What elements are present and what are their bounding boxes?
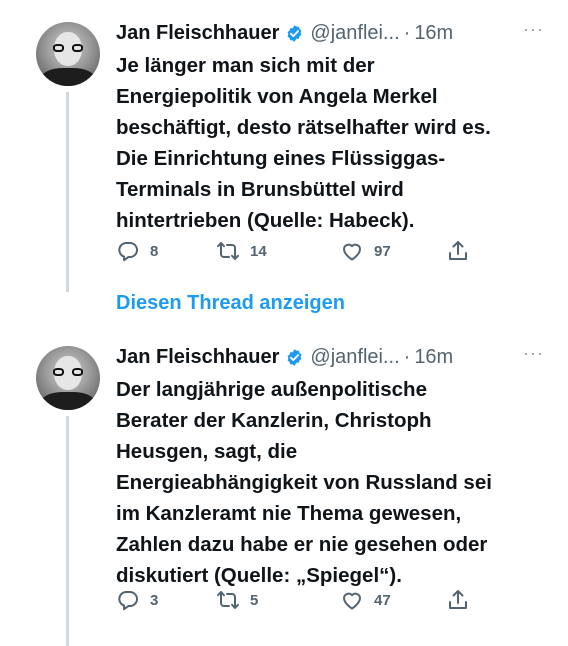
like-button[interactable]: 47 <box>340 588 391 612</box>
tweet[interactable]: Jan Fleischhauer @janflei... · 16m ··· J… <box>0 0 568 314</box>
author-handle[interactable]: @janflei... <box>310 22 399 45</box>
reply-button[interactable]: 8 <box>116 239 158 263</box>
like-icon <box>343 243 361 261</box>
show-thread-link[interactable]: Diesen Thread anzeigen <box>116 292 345 315</box>
tweet-timestamp[interactable]: 16m <box>414 22 453 45</box>
retweet-button[interactable]: 5 <box>216 588 258 612</box>
tweet-actions: 8 14 97 <box>116 239 476 269</box>
reply-count: 3 <box>150 591 159 609</box>
share-button[interactable] <box>446 588 480 612</box>
reply-icon <box>118 242 138 262</box>
retweet-count: 5 <box>250 591 259 609</box>
avatar[interactable] <box>36 22 100 86</box>
reply-button[interactable]: 3 <box>116 588 158 612</box>
tweet[interactable]: Jan Fleischhauer @janflei... · 16m ··· D… <box>0 338 568 646</box>
tweet-text: Der langjährige außenpolitische Berater … <box>116 378 492 587</box>
retweet-icon <box>217 242 239 260</box>
share-button[interactable] <box>446 239 480 263</box>
separator-dot: · <box>403 345 411 368</box>
author-name[interactable]: Jan Fleischhauer <box>116 346 279 369</box>
tweet-header: Jan Fleischhauer @janflei... · 16m ··· <box>116 19 548 47</box>
avatar[interactable] <box>36 346 100 410</box>
tweet-text: Je länger man sich mit der Energiepoliti… <box>116 54 491 232</box>
tweet-actions: 3 5 47 <box>116 588 476 618</box>
share-icon <box>449 590 467 609</box>
like-count: 97 <box>374 242 391 260</box>
more-options-icon[interactable]: ··· <box>523 343 544 364</box>
retweet-icon <box>217 591 239 609</box>
tweet-timestamp[interactable]: 16m <box>414 346 453 369</box>
like-button[interactable]: 97 <box>340 239 391 263</box>
separator-dot: · <box>403 21 411 44</box>
author-handle[interactable]: @janflei... <box>310 346 399 369</box>
verified-icon <box>288 348 302 366</box>
tweet-header: Jan Fleischhauer @janflei... · 16m ··· <box>116 343 548 371</box>
author-name[interactable]: Jan Fleischhauer <box>116 22 279 45</box>
like-count: 47 <box>374 591 391 609</box>
more-options-icon[interactable]: ··· <box>523 19 544 40</box>
reply-icon <box>118 591 138 611</box>
retweet-button[interactable]: 14 <box>216 239 267 263</box>
thread-connector-line <box>66 416 69 646</box>
share-icon <box>449 241 467 260</box>
reply-count: 8 <box>150 242 159 260</box>
thread-connector-line <box>66 92 69 292</box>
like-icon <box>343 592 361 610</box>
retweet-count: 14 <box>250 242 267 260</box>
verified-icon <box>288 24 302 42</box>
